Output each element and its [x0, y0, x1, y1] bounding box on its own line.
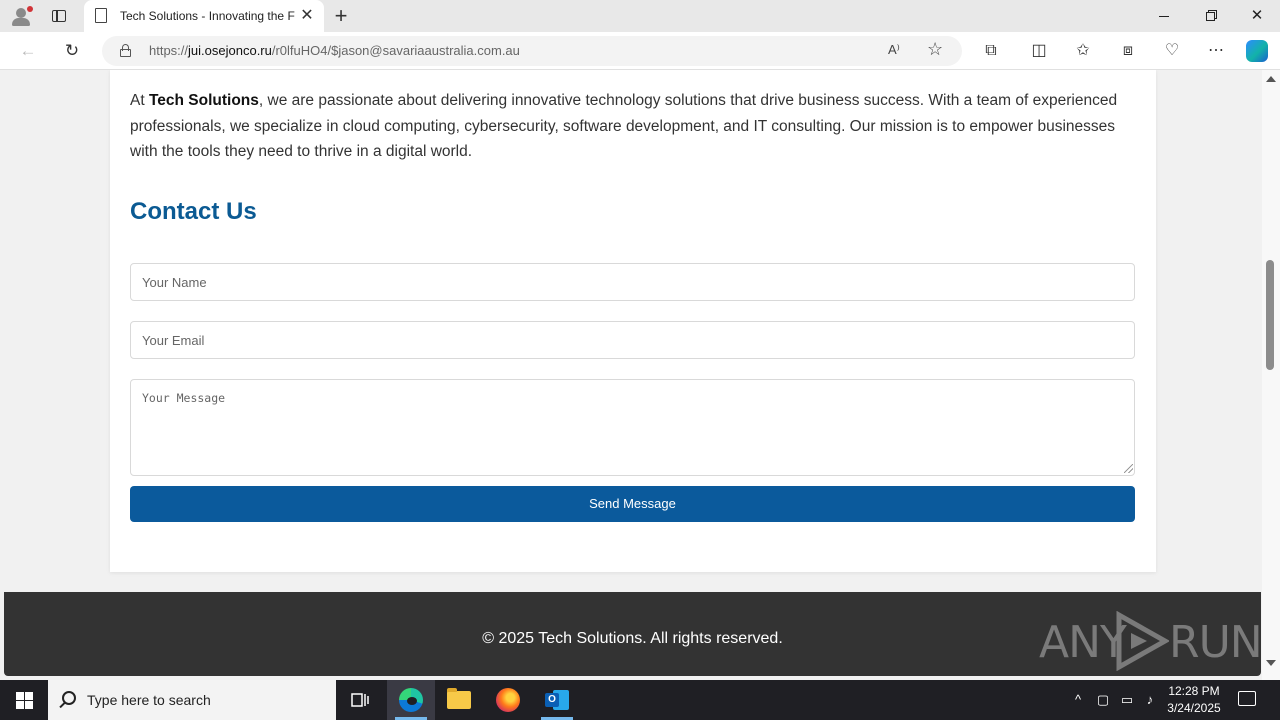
start-button[interactable] — [0, 680, 48, 720]
page-footer: © 2025 Tech Solutions. All rights reserv… — [4, 592, 1262, 676]
clock-time: 12:28 PM — [1168, 684, 1220, 698]
browser-essentials-icon[interactable]: ♡ — [1161, 40, 1183, 62]
profile-icon[interactable] — [8, 4, 34, 28]
edge-icon — [399, 688, 423, 712]
split-screen-icon[interactable]: ◫ — [1028, 40, 1050, 62]
taskbar-search-box[interactable]: Type here to search — [48, 680, 336, 720]
minimize-button[interactable] — [1141, 0, 1187, 32]
scrollbar-thumb[interactable] — [1266, 260, 1274, 370]
folder-icon — [447, 688, 471, 709]
contact-heading: Contact Us — [130, 198, 257, 225]
volume-icon[interactable]: ♪ — [1140, 680, 1160, 720]
taskbar-outlook[interactable]: O — [533, 680, 581, 720]
lock-icon[interactable] — [120, 44, 131, 57]
restore-button[interactable] — [1187, 0, 1233, 32]
task-view-icon — [351, 693, 369, 707]
read-aloud-icon[interactable]: A⁾ — [888, 42, 900, 58]
send-message-button[interactable]: Send Message — [130, 486, 1135, 522]
url-text[interactable]: https://jui.osejonco.ru/r0lfuHO4/$jason@… — [149, 43, 520, 58]
taskbar-edge[interactable] — [387, 680, 435, 720]
system-clock[interactable]: 12:28 PM 3/24/2025 — [1160, 683, 1228, 717]
window-close-button[interactable]: ✕ — [1234, 0, 1280, 32]
taskbar-file-explorer[interactable] — [435, 680, 483, 720]
notification-center-icon[interactable] — [1238, 691, 1256, 706]
favorite-star-icon[interactable]: ☆ — [927, 39, 943, 60]
new-tab-button[interactable]: + — [330, 5, 352, 27]
browser-toolbar: ← ↻ https://jui.osejonco.ru/r0lfuHO4/$ja… — [0, 32, 1280, 70]
resize-handle-icon[interactable] — [1124, 464, 1133, 473]
tab-close-icon[interactable]: ✕ — [298, 7, 316, 25]
content-card: At Tech Solutions, we are passionate abo… — [110, 70, 1156, 572]
task-view-button[interactable] — [336, 680, 384, 720]
scroll-down-arrow-icon[interactable] — [1266, 660, 1276, 666]
name-input[interactable] — [130, 263, 1135, 301]
clock-date: 3/24/2025 — [1167, 701, 1221, 715]
message-textarea[interactable] — [130, 379, 1135, 476]
address-bar[interactable]: https://jui.osejonco.ru/r0lfuHO4/$jason@… — [102, 36, 962, 66]
outlook-icon: O — [545, 689, 569, 711]
tab-actions-icon[interactable] — [50, 7, 68, 25]
email-input[interactable] — [130, 321, 1135, 359]
play-triangle-icon — [1116, 611, 1169, 671]
vertical-scrollbar[interactable] — [1262, 70, 1280, 680]
extensions-icon[interactable]: ⧉ — [980, 40, 1002, 62]
page-icon — [95, 8, 107, 23]
anyrun-watermark-logo: ANY RUN — [1039, 609, 1262, 673]
about-paragraph: At Tech Solutions, we are passionate abo… — [130, 92, 1118, 160]
firefox-icon — [496, 688, 520, 712]
back-button[interactable]: ← — [15, 38, 41, 64]
copilot-icon[interactable] — [1246, 40, 1268, 62]
taskbar-firefox[interactable] — [484, 680, 532, 720]
network-icon[interactable]: ▭ — [1117, 680, 1137, 720]
browser-title-bar: Tech Solutions - Innovating the F ✕ + ✕ — [0, 0, 1280, 32]
collections-icon[interactable]: ⧈ — [1117, 40, 1139, 62]
windows-taskbar: Type here to search O ^ ▢ ▭ ♪ 12:28 PM 3… — [0, 680, 1280, 720]
more-menu-icon[interactable]: ⋯ — [1205, 40, 1227, 62]
page-viewport: At Tech Solutions, we are passionate abo… — [0, 70, 1262, 680]
browser-tab[interactable]: Tech Solutions - Innovating the F ✕ — [84, 0, 324, 32]
scroll-up-arrow-icon[interactable] — [1266, 76, 1276, 82]
search-placeholder: Type here to search — [87, 692, 211, 708]
brand-name: Tech Solutions — [148, 92, 259, 109]
tray-overflow-icon[interactable]: ^ — [1068, 680, 1088, 720]
tab-title: Tech Solutions - Innovating the F — [120, 9, 295, 23]
reload-button[interactable]: ↻ — [59, 38, 85, 64]
tray-device-icon[interactable]: ▢ — [1093, 680, 1113, 720]
favorites-icon[interactable]: ✩ — [1072, 40, 1094, 62]
